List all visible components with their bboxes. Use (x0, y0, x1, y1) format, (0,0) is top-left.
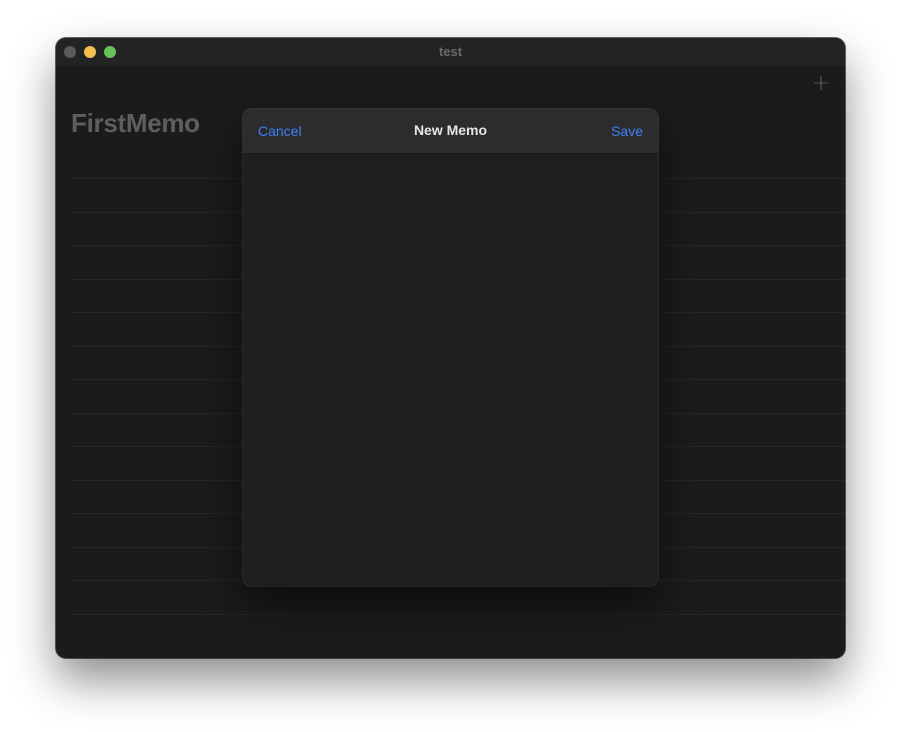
sheet-header: Cancel New Memo Save (243, 109, 658, 154)
sheet-body (243, 154, 658, 586)
window-title: test (438, 44, 463, 59)
save-button[interactable]: Save (611, 123, 643, 139)
list-item[interactable] (71, 613, 845, 648)
memo-text-editor[interactable] (243, 154, 658, 586)
page-title: FirstMemo (71, 108, 200, 138)
new-memo-sheet: Cancel New Memo Save (243, 109, 658, 586)
title-bar[interactable]: test (56, 38, 845, 66)
plus-icon: + (811, 71, 831, 96)
add-memo-button[interactable]: + (811, 71, 831, 96)
sheet-title: New Memo (413, 122, 488, 138)
